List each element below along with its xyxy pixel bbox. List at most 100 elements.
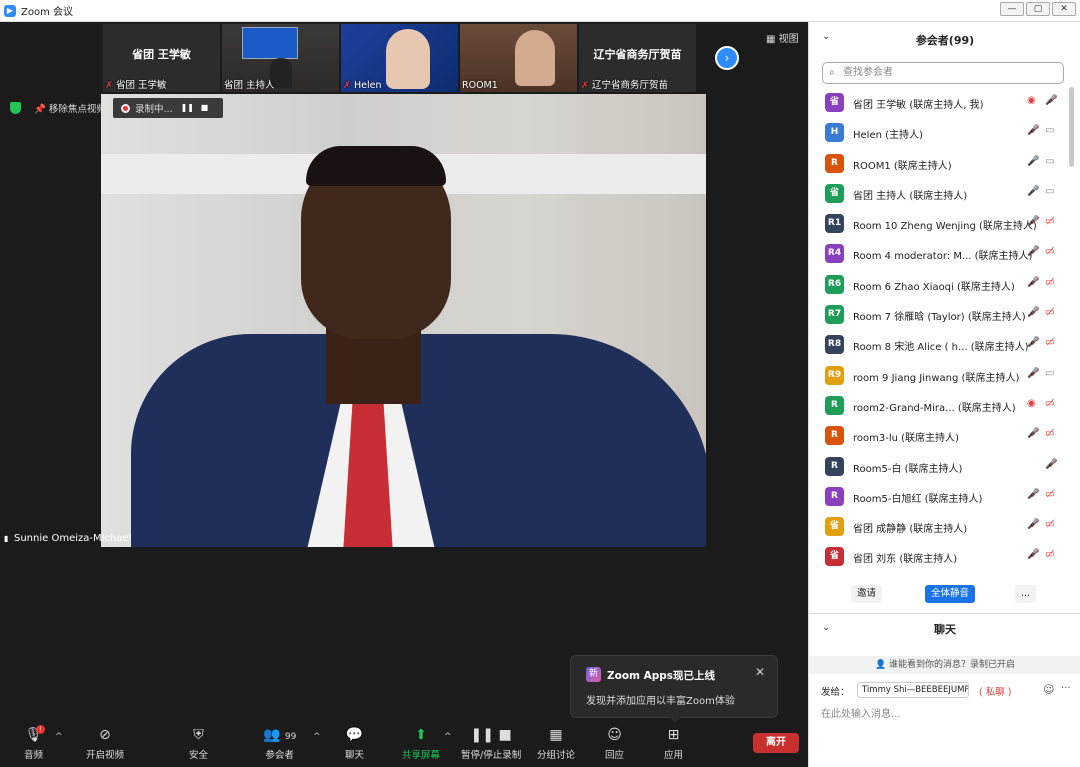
participant-row[interactable]: Rroom2-Grand-Mira... (联席主持人) ◉ ▭̸ (809, 390, 1074, 420)
status-icon[interactable]: 🎤̸ (1027, 489, 1039, 500)
video-thumbnail[interactable]: 辽宁省商务厅贺苗 ✗ 辽宁省商务厅贺苗 (579, 24, 696, 92)
status-icon[interactable]: ▭ (1045, 125, 1054, 136)
zoom-apps-toast[interactable]: 新 Zoom Apps现已上线 发现并添加应用以丰富Zoom体验 ✕ (570, 655, 778, 723)
participant-name: ROOM1 (联席主持人) (853, 160, 952, 172)
status-icon[interactable]: 🎤̸ (1027, 549, 1039, 560)
participant-row[interactable]: R6 Room 6 Zhao Xiaoqi (联席主持人) 🎤̸ ▭̸ (809, 269, 1074, 299)
participant-row[interactable]: R8 Room 8 宋池 Alice ( h... (联席主持人) 🎤̸ ▭̸ (809, 329, 1074, 359)
participant-row[interactable]: R4 Room 4 moderator: M... (联席主持人) 🎤̸ ▭̸ (809, 238, 1074, 268)
participant-row[interactable]: R ROOM1 (联席主持人) 🎤 ▭ (809, 148, 1074, 178)
status-icon[interactable]: ▭̸ (1045, 549, 1054, 560)
mic-muted-icon: ✗ (105, 80, 113, 91)
share-screen-button[interactable]: ⬆ 共享屏幕 (402, 727, 440, 761)
breakout-rooms-button[interactable]: ▦ 分组讨论 (537, 727, 575, 761)
video-thumbnail[interactable]: 省团 主持人 (222, 24, 339, 92)
stop-recording-button[interactable]: ■ (201, 103, 213, 113)
participant-row[interactable]: R9 room 9 Jiang Jinwang (联席主持人) 🎤̸ ▭ (809, 360, 1074, 390)
status-icon[interactable]: 🎤̸ (1027, 246, 1039, 257)
apps-button[interactable]: ⊞ 应用 (664, 727, 683, 761)
mute-all-button[interactable]: 全体静音 (925, 585, 976, 603)
video-thumbnail[interactable]: 省团 王学敏 ✗ 省团 王学敏 (103, 24, 220, 92)
leave-button[interactable]: 离开 (753, 733, 799, 753)
participant-row[interactable]: Rroom3-lu (联席主持人) 🎤̸ ▭̸ (809, 420, 1074, 450)
emoji-icon[interactable]: ☺ (1043, 683, 1054, 696)
participant-row[interactable]: 省省团 主持人 (联席主持人) 🎤 ▭ (809, 178, 1074, 208)
status-icon[interactable]: 🎤̸ (1045, 95, 1057, 106)
status-icon[interactable]: 🎤 (1027, 156, 1039, 167)
maximize-button[interactable]: ▢ (1026, 2, 1050, 16)
status-icon[interactable]: ▭̸ (1045, 519, 1054, 530)
start-video-button[interactable]: ⊘ 开启视频 (86, 727, 124, 761)
participant-row[interactable]: 省省团 刘东 (联席主持人) 🎤̸ ▭̸ (809, 541, 1074, 571)
participant-row[interactable]: 省省团 成静静 (联席主持人) 🎤̸ ▭̸ (809, 511, 1074, 541)
participants-options-caret[interactable]: ^ (313, 732, 321, 742)
status-icon[interactable]: 🎤̸ (1027, 519, 1039, 530)
unpin-video-button[interactable]: 📌 移除焦点视频 (34, 101, 106, 115)
mic-muted-icon: ✗ (343, 80, 351, 91)
scrollbar[interactable] (1069, 87, 1074, 167)
minimize-button[interactable]: — (1000, 2, 1024, 16)
status-icon[interactable]: ▭ (1045, 368, 1054, 379)
participant-name: Room5-白旭红 (联席主持人) (853, 493, 983, 505)
participant-name: 省团 刘东 (联席主持人) (853, 554, 958, 566)
status-icon[interactable]: ▭̸ (1045, 307, 1054, 318)
status-icon[interactable]: 🎤̸ (1027, 125, 1039, 136)
audio-options-caret[interactable]: ^ (55, 732, 63, 742)
status-icon[interactable]: 🎤̸ (1027, 368, 1039, 379)
participant-row[interactable]: R7 Room 7 徐雁晗 (Taylor) (联席主持人) 🎤̸ ▭̸ (809, 299, 1074, 329)
invite-button[interactable]: 邀请 (851, 585, 883, 603)
security-shield-icon[interactable] (10, 102, 21, 114)
status-icon[interactable]: ▭̸ (1045, 398, 1054, 409)
status-icon[interactable]: ▭ (1045, 186, 1054, 197)
chat-message-input[interactable]: 在此处输入消息... (821, 705, 901, 720)
recipient-select[interactable]: Timmy Shi—BEEBEEJUMP ⌄ (857, 682, 969, 698)
participant-row[interactable]: 省省团 王学敏 (联席主持人, 我) ◉ 🎤̸ (809, 87, 1074, 117)
share-options-caret[interactable]: ^ (444, 732, 452, 742)
status-icon[interactable]: ▭̸ (1045, 246, 1054, 257)
pause-recording-button[interactable]: ❚❚ (181, 103, 194, 113)
pin-icon: 📌 (34, 104, 46, 115)
video-thumbnail[interactable]: ROOM1 (460, 24, 577, 92)
status-icon[interactable]: 🎤̸ (1027, 307, 1039, 318)
status-icon[interactable]: ▭̸ (1045, 216, 1054, 227)
status-icon[interactable]: 🎤̸ (1027, 337, 1039, 348)
status-icon[interactable]: ◉ (1027, 95, 1036, 106)
participants-button[interactable]: 👥 99 参会者 (263, 727, 296, 761)
participant-name: Room 8 宋池 Alice ( h... (联席主持人) (853, 342, 1029, 354)
status-icon[interactable]: ▭̸ (1045, 337, 1054, 348)
participant-row[interactable]: R Room5-白 (联席主持人) 🎤̸ (809, 451, 1074, 481)
chat-title: 聊天 (934, 623, 956, 636)
status-icon[interactable]: 🎤̸ (1027, 428, 1039, 439)
mic-muted-icon: ✗ (581, 80, 589, 91)
status-icon[interactable]: ▭ (1045, 156, 1054, 167)
video-thumbnail[interactable]: ✗ Helen (341, 24, 458, 92)
status-icon[interactable]: 🎤̸ (1027, 216, 1039, 227)
participant-row[interactable]: R1 Room 10 Zheng Wenjing (联席主持人) 🎤̸ ▭̸ (809, 208, 1074, 238)
pause-stop-recording-button[interactable]: ❚❚ ■ 暂停/停止录制 (461, 727, 521, 761)
view-button[interactable]: ▦ 视图 (766, 30, 799, 45)
participant-row[interactable]: R Room5-白旭红 (联席主持人) 🎤̸ ▭̸ (809, 481, 1074, 511)
toast-close-button[interactable]: ✕ (755, 665, 765, 679)
reactions-button[interactable]: ☺ 回应 (605, 727, 624, 761)
status-icon[interactable]: 🎤̸ (1027, 277, 1039, 288)
shield-icon: ⛨ (193, 727, 204, 743)
participant-search-input[interactable]: ⌕ 查找参会者 (822, 62, 1064, 84)
status-icon[interactable]: ▭̸ (1045, 428, 1054, 439)
avatar: R8 (825, 335, 844, 355)
status-icon[interactable]: ▭̸ (1045, 489, 1054, 500)
meeting-toolbar: 🎙 音频 ! ^ ⊘ 开启视频 ⛨ 安全 👥 99 参会者 ^ 💬 聊天 ⬆ 共… (0, 722, 808, 767)
status-icon[interactable]: ◉ (1027, 398, 1036, 409)
zoom-window: ▶ Zoom 会议 — ▢ ✕ 省团 王学敏 ✗ 省团 王学敏 省团 主持人 ✗… (0, 0, 1080, 767)
security-button[interactable]: ⛨ 安全 (189, 727, 208, 761)
chat-visibility-notice[interactable]: 👤 谁能看到你的消息？录制已开启 (809, 656, 1080, 674)
status-icon[interactable]: ▭̸ (1045, 277, 1054, 288)
more-options-button[interactable]: ... (1015, 585, 1037, 603)
participant-row[interactable]: H Helen (主持人) 🎤̸ ▭ (809, 117, 1074, 147)
status-icon[interactable]: 🎤 (1027, 186, 1039, 197)
chat-button[interactable]: 💬 聊天 (345, 727, 364, 761)
next-page-button[interactable]: › (715, 46, 739, 70)
close-button[interactable]: ✕ (1052, 2, 1076, 16)
status-icon[interactable]: 🎤̸ (1045, 459, 1057, 470)
more-icon[interactable]: ··· (1061, 683, 1071, 694)
thumbnail-name: ✗ Helen (343, 80, 382, 91)
